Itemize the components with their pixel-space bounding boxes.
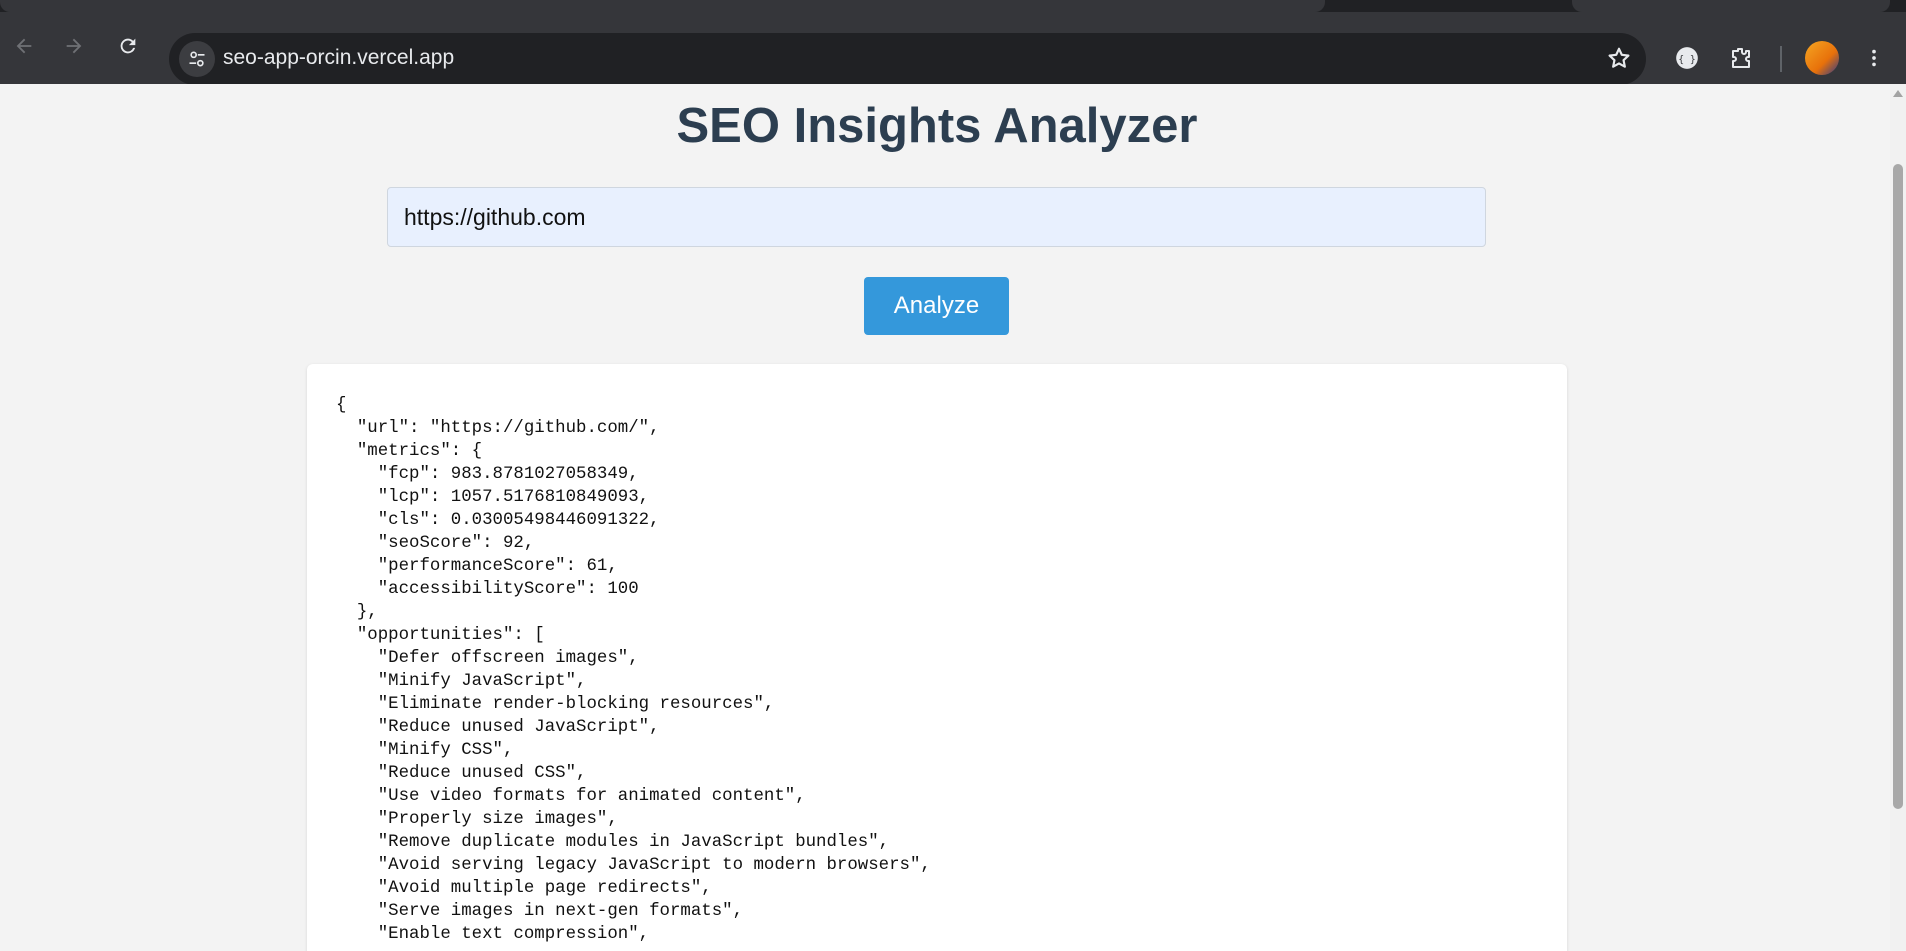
result-line: "Minify CSS", bbox=[336, 741, 514, 760]
extensions-button[interactable] bbox=[1717, 34, 1765, 82]
star-icon bbox=[1608, 47, 1630, 68]
result-line: "performanceScore": 61, bbox=[336, 557, 618, 576]
url-input[interactable] bbox=[387, 187, 1486, 247]
result-line: "opportunities": [ bbox=[336, 626, 545, 645]
inactive-tab-edge[interactable] bbox=[1572, 0, 1890, 12]
page-viewport: SEO Insights Analyzer Analyze { "url": "… bbox=[0, 84, 1890, 951]
puzzle-icon bbox=[1732, 48, 1750, 68]
result-line: "metrics": { bbox=[336, 442, 483, 461]
tab-strip bbox=[0, 0, 1906, 12]
forward-button[interactable] bbox=[50, 22, 98, 70]
scroll-thumb[interactable] bbox=[1893, 164, 1903, 809]
result-card: { "url": "https://github.com/", "metrics… bbox=[307, 364, 1567, 951]
menu-button[interactable] bbox=[1850, 34, 1898, 82]
result-line: "Defer offscreen images", bbox=[336, 649, 639, 668]
result-line: "fcp": 983.8781027058349, bbox=[336, 465, 639, 484]
result-line: "lcp": 1057.5176810849093, bbox=[336, 488, 650, 507]
forward-arrow-icon bbox=[66, 38, 82, 54]
site-info-button[interactable] bbox=[179, 41, 215, 77]
result-line: "Reduce unused CSS", bbox=[336, 764, 587, 783]
extension-button[interactable]: { } bbox=[1663, 34, 1711, 82]
result-line: "Avoid multiple page redirects", bbox=[336, 879, 712, 898]
result-line: "Minify JavaScript", bbox=[336, 672, 587, 691]
result-line: "Use video formats for animated content"… bbox=[336, 787, 806, 806]
extension-icon: { } bbox=[1676, 47, 1698, 69]
result-line: "Enable text compression", bbox=[336, 925, 650, 944]
scroll-up-arrow-icon[interactable] bbox=[1893, 90, 1903, 97]
reload-icon bbox=[120, 38, 136, 54]
toolbar-divider bbox=[1780, 46, 1782, 72]
result-line: { bbox=[336, 396, 347, 415]
kebab-menu-icon bbox=[1872, 49, 1876, 67]
result-line: "accessibilityScore": 100 bbox=[336, 580, 639, 599]
browser-toolbar: seo-app-orcin.vercel.app { } bbox=[0, 12, 1906, 85]
back-arrow-icon bbox=[16, 38, 32, 54]
analyze-button[interactable]: Analyze bbox=[864, 277, 1009, 335]
result-line: "Eliminate render-blocking resources", bbox=[336, 695, 775, 714]
bookmark-button[interactable] bbox=[1606, 45, 1632, 76]
address-url[interactable]: seo-app-orcin.vercel.app bbox=[223, 46, 454, 70]
result-json: { "url": "https://github.com/", "metrics… bbox=[336, 394, 931, 946]
reload-button[interactable] bbox=[104, 22, 152, 70]
result-line: "Properly size images", bbox=[336, 810, 618, 829]
page-title: SEO Insights Analyzer bbox=[676, 99, 1198, 153]
result-line: "Remove duplicate modules in JavaScript … bbox=[336, 833, 890, 852]
address-bar[interactable]: seo-app-orcin.vercel.app bbox=[169, 33, 1646, 85]
result-line: "Serve images in next-gen formats", bbox=[336, 902, 744, 921]
result-line: "cls": 0.03005498446091322, bbox=[336, 511, 660, 530]
result-line: }, bbox=[336, 603, 378, 622]
result-line: "Avoid serving legacy JavaScript to mode… bbox=[336, 856, 931, 875]
active-tab-edge[interactable] bbox=[0, 0, 1325, 12]
page-scrollbar[interactable] bbox=[1890, 84, 1906, 951]
result-line: "Reduce unused JavaScript", bbox=[336, 718, 660, 737]
profile-avatar[interactable] bbox=[1805, 41, 1839, 75]
result-line: "url": "https://github.com/", bbox=[336, 419, 660, 438]
result-line: "seoScore": 92, bbox=[336, 534, 535, 553]
tune-icon bbox=[189, 51, 205, 67]
svg-text:{ }: { } bbox=[1678, 54, 1696, 65]
back-button[interactable] bbox=[0, 22, 48, 70]
